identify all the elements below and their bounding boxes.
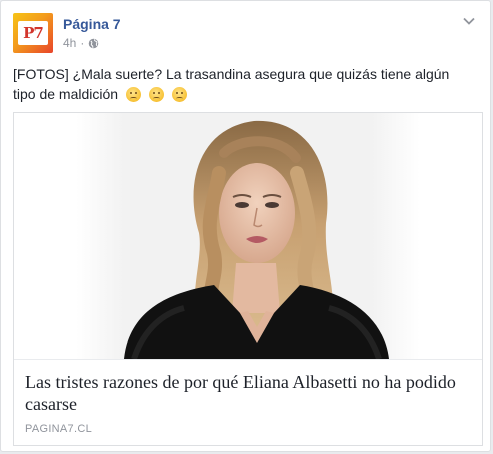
avatar-logo: P7 xyxy=(18,21,48,45)
chevron-down-icon[interactable] xyxy=(462,13,476,25)
post-message-text: [FOTOS] ¿Mala suerte? La trasandina aseg… xyxy=(13,66,450,102)
worried-face-emoji-icon xyxy=(125,87,141,102)
post-message: [FOTOS] ¿Mala suerte? La trasandina aseg… xyxy=(13,64,473,104)
post-card: P7 Página 7 4h · [FOTOS] ¿Mala suerte? L… xyxy=(0,0,491,452)
link-preview[interactable]: Las tristes razones de por qué Eliana Al… xyxy=(13,112,483,446)
worried-face-emoji-icon xyxy=(171,87,187,102)
article-photo[interactable] xyxy=(14,113,482,359)
link-domain: PAGINA7.CL xyxy=(25,423,92,435)
globe-icon[interactable] xyxy=(88,38,99,49)
page-name-link[interactable]: Página 7 xyxy=(63,16,121,32)
avatar[interactable]: P7 xyxy=(13,13,53,53)
worried-face-emoji-icon xyxy=(148,87,164,102)
link-preview-text[interactable]: Las tristes razones de por qué Eliana Al… xyxy=(14,359,482,445)
link-title[interactable]: Las tristes razones de por qué Eliana Al… xyxy=(25,371,465,415)
meta-separator: · xyxy=(80,36,85,50)
post-meta: 4h · xyxy=(63,36,99,50)
post-timestamp[interactable]: 4h xyxy=(63,36,76,50)
post-header: P7 Página 7 4h · xyxy=(13,13,478,55)
